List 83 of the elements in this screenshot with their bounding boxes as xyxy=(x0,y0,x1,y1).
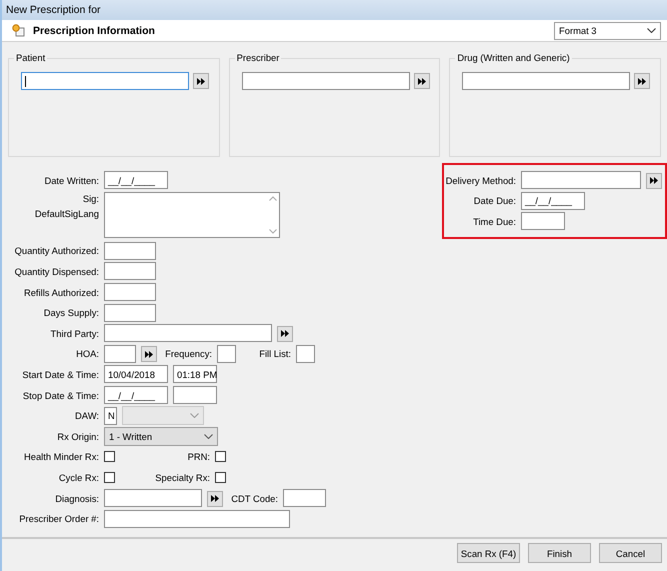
chevron-down-icon xyxy=(204,434,213,439)
field-label: Rx Origin: xyxy=(56,430,99,442)
lookup-button[interactable] xyxy=(207,490,223,507)
group-label: Patient xyxy=(14,52,48,63)
checkbox[interactable] xyxy=(215,472,226,483)
double-arrow-icon xyxy=(650,177,658,184)
double-arrow-icon xyxy=(197,78,205,84)
field-label: Diagnosis: xyxy=(54,492,99,504)
sig-textarea[interactable] xyxy=(104,192,280,238)
section-title: Prescription Information xyxy=(33,24,156,36)
text-field[interactable] xyxy=(521,171,641,190)
field-label: Third Party: xyxy=(50,328,99,339)
text-field[interactable] xyxy=(104,242,156,260)
lookup-button[interactable] xyxy=(277,326,293,342)
text-field[interactable] xyxy=(104,510,290,528)
text-field[interactable]: __/__/____ xyxy=(104,171,168,190)
field-label: Frequency: xyxy=(164,348,212,360)
lookup-button[interactable] xyxy=(646,172,662,189)
text-field[interactable] xyxy=(104,324,272,342)
text-field[interactable] xyxy=(521,212,565,230)
field-label: Start Date & Time: xyxy=(21,368,99,380)
chevron-down-icon xyxy=(647,28,656,33)
window-title: New Prescription for xyxy=(2,0,667,20)
text-field[interactable] xyxy=(104,304,156,322)
search-field[interactable] xyxy=(21,72,189,90)
field-label: Fill List: xyxy=(258,348,291,360)
text-field[interactable]: __/__/____ xyxy=(104,386,168,404)
double-arrow-icon xyxy=(281,330,289,338)
search-field[interactable] xyxy=(242,72,410,90)
checkbox[interactable] xyxy=(104,472,115,483)
double-arrow-icon xyxy=(418,78,426,84)
group-label: Prescriber xyxy=(234,52,282,63)
chevron-down-icon xyxy=(190,413,199,418)
text-field[interactable]: 10/04/2018 xyxy=(104,365,168,384)
scroll-down-icon[interactable] xyxy=(268,228,276,234)
field-label: Delivery Method: xyxy=(444,174,516,186)
field-label: Health Minder Rx: xyxy=(22,451,99,462)
field-label: Quantity Dispensed: xyxy=(14,266,99,277)
field-label: Time Due: xyxy=(472,216,516,227)
group-label: Drug (Written and Generic) xyxy=(455,52,572,63)
dropdown[interactable]: 1 - Written xyxy=(104,426,218,446)
double-arrow-icon xyxy=(145,350,153,358)
text-field[interactable]: 01:18 PM xyxy=(173,365,217,384)
field-label: Stop Date & Time: xyxy=(22,390,99,401)
field-label: DAW: xyxy=(74,410,99,422)
text-field[interactable] xyxy=(283,489,326,508)
double-arrow-icon xyxy=(638,78,646,84)
field-label: Date Due: xyxy=(472,195,516,206)
field-label: Sig: xyxy=(82,192,99,204)
field-label: Quantity Authorized: xyxy=(14,245,99,256)
field-label: CDT Code: xyxy=(230,492,278,504)
field-label: Date Written: xyxy=(43,174,99,186)
text-field[interactable]: __/__/____ xyxy=(521,192,585,210)
field-label: Refills Authorized: xyxy=(22,286,99,298)
field-label: HOA: xyxy=(75,348,99,360)
checkbox[interactable] xyxy=(215,451,226,462)
checkbox[interactable] xyxy=(104,451,115,462)
field-label: Specialty Rx: xyxy=(154,472,210,483)
lookup-button[interactable] xyxy=(141,346,157,362)
footer-button[interactable]: Cancel xyxy=(599,543,662,563)
text-field[interactable] xyxy=(104,283,156,302)
lookup-button[interactable] xyxy=(193,73,209,89)
scroll-up-icon[interactable] xyxy=(268,196,276,201)
prescription-icon xyxy=(12,24,25,37)
field-label: PRN: xyxy=(186,451,210,462)
field-label: Cycle Rx: xyxy=(58,472,99,483)
text-field[interactable]: N xyxy=(104,406,117,425)
field-label: DefaultSigLang xyxy=(34,208,99,219)
field-label: Prescriber Order #: xyxy=(18,513,99,524)
field-label: Days Supply: xyxy=(42,307,99,318)
text-field[interactable] xyxy=(217,344,236,363)
format-dropdown[interactable]: Format 3 xyxy=(554,22,661,40)
double-arrow-icon xyxy=(211,495,219,502)
text-field[interactable] xyxy=(104,344,136,363)
text-field[interactable] xyxy=(296,344,315,363)
text-field[interactable] xyxy=(104,489,202,508)
text-field[interactable] xyxy=(173,386,217,404)
footer-button[interactable]: Finish xyxy=(528,543,591,563)
lookup-button[interactable] xyxy=(634,73,650,89)
footer-button[interactable]: Scan Rx (F4) xyxy=(457,543,520,563)
text-field[interactable] xyxy=(104,262,156,280)
lookup-button[interactable] xyxy=(414,73,430,89)
search-field[interactable] xyxy=(462,72,630,90)
